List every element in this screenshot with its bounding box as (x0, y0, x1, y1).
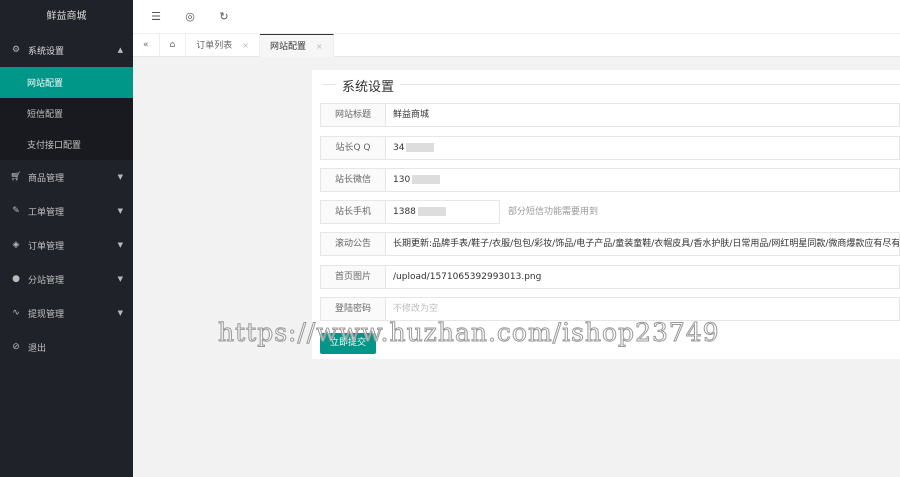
menu-products[interactable]: 🛒︎ 商品管理 ▼ (0, 160, 133, 194)
tab-bar: « ⌂ 订单列表 × 网站配置 × (133, 33, 900, 57)
submit-button[interactable]: 立即提交 (320, 333, 376, 354)
menu-orders[interactable]: ◈ 订单管理 ▼ (0, 228, 133, 262)
caret-down-icon: ▼ (117, 207, 123, 215)
row-qq: 站长Q Q 34 (320, 136, 900, 160)
close-icon[interactable]: × (316, 42, 323, 51)
site-title-input[interactable]: 鲜益商城 (386, 103, 900, 127)
redacted (412, 175, 441, 184)
sidebar: 鲜益商城 ⚙ 系统设置 ▲ 网站配置 短信配置 支付接口配置 🛒︎ 商品管理 ▼ ✎ 工单… (0, 0, 133, 477)
row-phone: 站长手机 1388 部分短信功能需要用到 (320, 200, 900, 224)
theme-icon[interactable]: ◎ (173, 10, 207, 23)
wechat-input[interactable]: 130 (386, 168, 900, 192)
menu-toggle-icon[interactable]: ☰ (139, 10, 173, 23)
top-header: ☰ ◎ ↻ (133, 0, 900, 33)
announcement-input[interactable]: 长期更新:品牌手表/鞋子/衣服/包包/彩妆/饰品/电子产品/童装童鞋/衣帽皮具/… (386, 232, 900, 256)
row-wechat: 站长微信 130 (320, 168, 900, 192)
pulse-icon: ∿ (12, 308, 20, 318)
row-home-image: 首页图片/upload/1571065392993013.png (320, 265, 900, 289)
form-legend: 系统设置 (322, 76, 900, 95)
row-announcement: 滚动公告 长期更新:品牌手表/鞋子/衣服/包包/彩妆/饰品/电子产品/童装童鞋/衣… (320, 232, 900, 256)
submenu-site-config[interactable]: 网站配置 (0, 67, 133, 98)
cart-icon: 🛒︎ (10, 172, 22, 182)
menu-substations[interactable]: ● 分站管理 ▼ (0, 262, 133, 296)
caret-down-icon: ▼ (117, 173, 123, 181)
submenu-payment-config[interactable]: 支付接口配置 (0, 129, 133, 160)
gear-icon: ⚙ (11, 45, 21, 55)
menu-system-settings[interactable]: ⚙ 系统设置 ▲ (0, 33, 133, 67)
home-icon[interactable]: ⌂ (160, 34, 187, 57)
tab-order-list[interactable]: 订单列表 × (186, 34, 260, 57)
settings-form: 系统设置 网站标题 鲜益商城 站长Q Q 34 站长微信 130 站长手机 1388 部分… (312, 70, 900, 359)
submenu-sms-config[interactable]: 短信配置 (0, 98, 133, 129)
menu-logout[interactable]: ⊘ 退出 (0, 330, 133, 364)
caret-down-icon: ▼ (117, 275, 123, 283)
password-input[interactable]: 不修改为空 (386, 297, 900, 321)
caret-up-icon: ▲ (117, 46, 123, 54)
shield-check-icon: ⊘ (12, 342, 20, 352)
refresh-icon[interactable]: ↻ (207, 10, 241, 23)
home-image-input[interactable]: /upload/1571065392993013.png (386, 265, 900, 289)
row-site-title: 网站标题 鲜益商城 (320, 103, 900, 127)
tab-site-config[interactable]: 网站配置 × (259, 34, 334, 57)
caret-down-icon: ▼ (117, 309, 123, 317)
qq-input[interactable]: 34 (386, 136, 900, 160)
edit-icon: ✎ (12, 206, 20, 216)
globe-icon: ● (12, 274, 20, 284)
menu-tickets[interactable]: ✎ 工单管理 ▼ (0, 194, 133, 228)
layers-icon: ◈ (12, 240, 20, 250)
row-password: 登陆密码 不修改为空 (320, 297, 900, 321)
phone-input[interactable]: 1388 (386, 200, 500, 224)
tabs-scroll-left[interactable]: « (133, 34, 160, 57)
redacted (406, 143, 435, 152)
close-icon[interactable]: × (242, 41, 249, 50)
caret-down-icon: ▼ (117, 241, 123, 249)
menu-withdraw[interactable]: ∿ 提现管理 ▼ (0, 296, 133, 330)
redacted (417, 207, 446, 216)
logo: 鲜益商城 (46, 11, 87, 22)
